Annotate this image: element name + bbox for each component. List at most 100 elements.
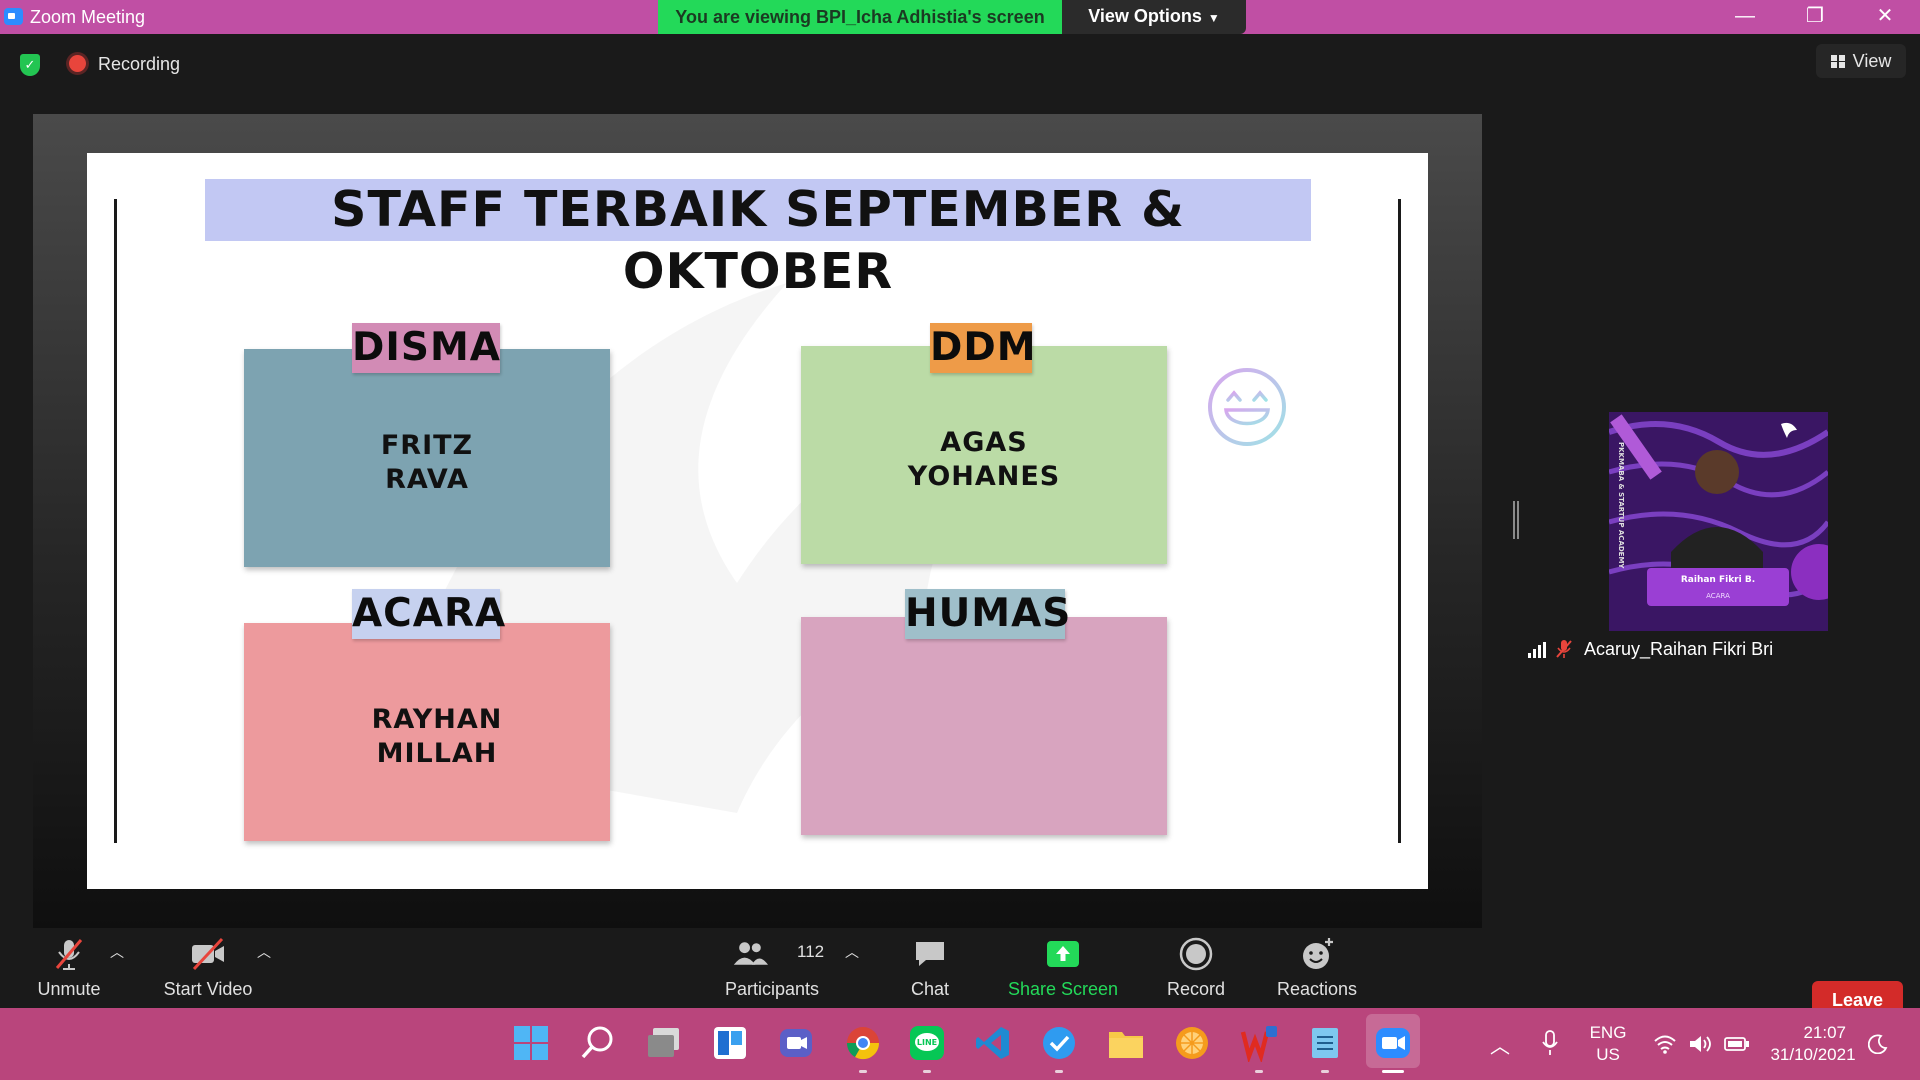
video-options-caret[interactable]: ︿ (254, 942, 274, 960)
laughing-emoji-icon (1208, 368, 1286, 446)
signal-strength-icon (1528, 642, 1548, 658)
search-icon[interactable] (579, 1024, 617, 1062)
name-line: AGAS (940, 427, 1028, 458)
chrome-icon[interactable] (844, 1024, 882, 1062)
participants-label: Participants (724, 979, 820, 999)
photo-side-text: PKKMABA & STARTUP ACADEMY (1617, 442, 1625, 569)
name-line: MILLAH (376, 738, 498, 769)
volume-icon[interactable] (1688, 1033, 1714, 1055)
reactions-label: Reactions (1276, 979, 1358, 999)
recording-icon[interactable] (69, 55, 86, 72)
vscode-icon[interactable] (974, 1024, 1012, 1062)
zoom-taskbar-icon[interactable] (1374, 1024, 1412, 1062)
focus-moon-icon[interactable] (1868, 1034, 1888, 1054)
line-app-icon[interactable]: LINE (908, 1024, 946, 1062)
minimize-button[interactable]: — (1710, 0, 1780, 34)
running-indicator (1055, 1070, 1063, 1073)
card-disma: FRITZ RAVA (244, 349, 610, 567)
participants-icon (733, 942, 768, 965)
view-options-label: View Options (1088, 6, 1202, 26)
running-indicator (1255, 1070, 1263, 1073)
participants-options-caret[interactable]: ︿ (842, 942, 862, 960)
tag-acara: ACARA (352, 589, 505, 639)
orange-app-icon[interactable] (1173, 1024, 1211, 1062)
audio-options-caret[interactable]: ︿ (107, 942, 127, 960)
reactions-smiley-icon (1303, 938, 1333, 969)
tag-disma: DISMA (352, 323, 500, 373)
task-view-icon[interactable] (645, 1024, 683, 1062)
window-title: Zoom Meeting (30, 7, 146, 27)
file-explorer-icon[interactable] (1107, 1024, 1145, 1062)
card-acara-names: RAYHAN MILLAH (254, 703, 620, 771)
viewing-screen-banner: You are viewing BPI_Icha Adhistia's scre… (658, 0, 1062, 34)
record-icon (1179, 937, 1213, 971)
teams-chat-icon[interactable] (777, 1024, 815, 1062)
share-screen-icon (1047, 941, 1079, 967)
running-indicator (923, 1070, 931, 1073)
start-video-button[interactable]: Start Video (157, 928, 259, 1008)
shared-screen[interactable]: STAFF TERBAIK SEPTEMBER & OKTOBER FRITZ … (33, 114, 1482, 928)
start-video-label: Start Video (163, 979, 253, 999)
running-indicator (859, 1070, 867, 1073)
clock-time: 21:07 (1803, 1023, 1846, 1042)
chat-button[interactable]: Chat (900, 928, 960, 1008)
windows-start-icon[interactable] (512, 1024, 550, 1062)
tag-humas: HUMAS (905, 589, 1070, 639)
view-layout-button[interactable]: View (1816, 44, 1906, 78)
language-label: ENG (1589, 1023, 1627, 1042)
notepad-icon[interactable] (1306, 1024, 1344, 1062)
keyboard-layout-label: US (1596, 1045, 1620, 1064)
unmute-label: Unmute (37, 979, 101, 999)
participant-name-row: Acaruy_Raihan Fikri Bri (1524, 636, 1828, 662)
widgets-icon[interactable] (711, 1024, 749, 1062)
name-line: YOHANES (907, 461, 1061, 492)
chevron-down-icon: ▼ (1207, 11, 1220, 25)
clock[interactable]: 21:07 31/10/2021 (1768, 1022, 1858, 1066)
slide-title: STAFF TERBAIK SEPTEMBER & OKTOBER (205, 179, 1311, 300)
card-acara: RAYHAN MILLAH (244, 623, 610, 841)
restore-button[interactable]: ❐ (1780, 0, 1850, 34)
name-line: FRITZ (380, 430, 474, 461)
svg-text:LINE: LINE (917, 1038, 937, 1047)
grid-icon (1830, 55, 1845, 68)
presentation-slide: STAFF TERBAIK SEPTEMBER & OKTOBER FRITZ … (87, 153, 1428, 889)
name-line: RAYHAN (371, 704, 503, 735)
chat-label: Chat (910, 979, 950, 999)
todo-app-icon[interactable] (1040, 1024, 1078, 1062)
name-line: RAVA (385, 464, 469, 495)
panel-resize-handle[interactable] (1513, 501, 1519, 539)
card-ddm: AGAS YOHANES (801, 346, 1167, 564)
photo-role-text: ACARA (1706, 592, 1730, 600)
meeting-toolbar: Unmute ︿ Start Video ︿ Participants 112 … (0, 928, 1920, 1019)
share-screen-label: Share Screen (1007, 979, 1119, 999)
recording-label: Recording (98, 54, 181, 74)
tray-microphone-icon[interactable] (1541, 1030, 1559, 1056)
clock-date: 31/10/2021 (1770, 1045, 1856, 1064)
running-indicator (1321, 1070, 1329, 1073)
active-indicator (1382, 1070, 1404, 1073)
mic-muted-icon (1556, 640, 1572, 658)
record-button[interactable]: Record (1156, 928, 1236, 1008)
security-shield-icon[interactable]: ✓ (20, 54, 40, 76)
participant-name: Acaruy_Raihan Fikri Bri (1584, 639, 1774, 659)
participant-tile[interactable]: Raihan Fikri B. ACARA PKKMABA & STARTUP … (1524, 412, 1828, 664)
participants-count: 112 (797, 942, 825, 961)
slide-left-rule (114, 199, 117, 843)
record-label: Record (1166, 979, 1226, 999)
reactions-button[interactable]: Reactions (1270, 928, 1364, 1008)
wps-office-icon[interactable] (1240, 1024, 1278, 1062)
share-screen-button[interactable]: Share Screen (1000, 928, 1126, 1008)
language-indicator[interactable]: ENG US (1586, 1022, 1630, 1066)
view-label: View (1852, 51, 1892, 71)
view-options-button[interactable]: View Options ▼ (1062, 0, 1246, 34)
window-title-bar: Zoom Meeting You are viewing BPI_Icha Ad… (0, 0, 1920, 34)
unmute-button[interactable]: Unmute (28, 928, 110, 1008)
tray-overflow-chevron-icon[interactable]: ︿ (1490, 1030, 1510, 1059)
card-disma-names: FRITZ RAVA (244, 429, 610, 497)
participants-button[interactable]: Participants (716, 928, 828, 1008)
battery-icon[interactable] (1724, 1036, 1750, 1052)
close-button[interactable]: ✕ (1850, 0, 1920, 34)
card-humas (801, 617, 1167, 835)
participant-photo: Raihan Fikri B. ACARA PKKMABA & STARTUP … (1609, 412, 1828, 631)
wifi-icon[interactable] (1653, 1034, 1677, 1054)
